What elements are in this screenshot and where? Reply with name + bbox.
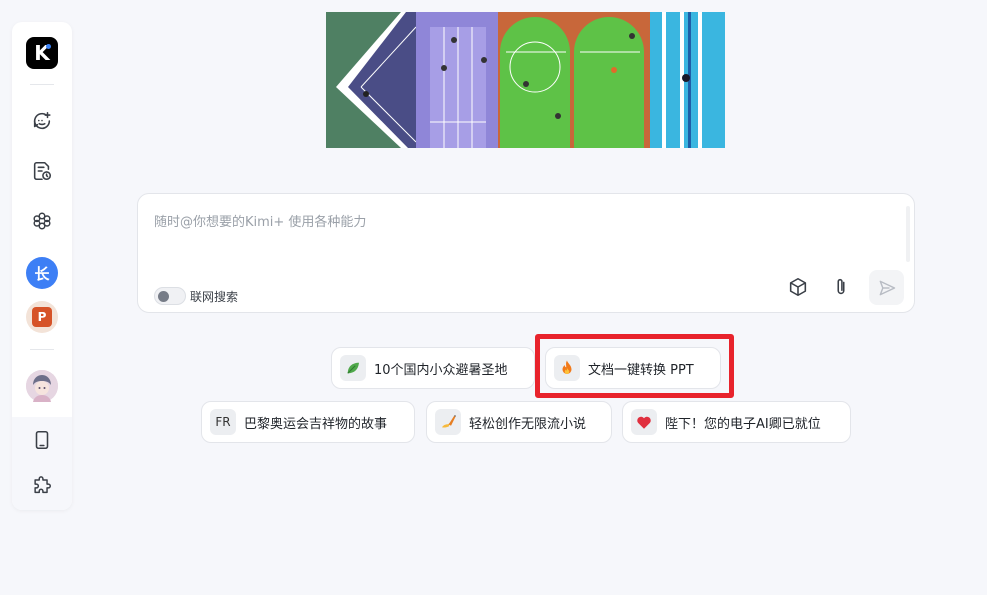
sidebar: K 长 P (12, 22, 72, 510)
chip-label: 轻松创作无限流小说 (469, 416, 587, 432)
web-search-toggle[interactable] (154, 287, 186, 305)
suggestion-chip-infinite-novel[interactable]: 轻松创作无限流小说 (426, 401, 612, 443)
writing-hand-icon (435, 409, 461, 435)
suggestion-chip-ai-minister[interactable]: 陛下！您的电子AI卿已就位 (622, 401, 851, 443)
sidebar-divider (30, 349, 54, 350)
toggle-knob (158, 291, 169, 302)
long-text-avatar-label: 长 (34, 264, 50, 283)
chat-input-box[interactable]: 随时@你想要的Kimi+ 使用各种能力 联网搜索 (137, 193, 915, 313)
banner-illustration (326, 12, 725, 148)
new-chat-icon[interactable] (25, 104, 59, 138)
logo-dot (46, 44, 51, 49)
chat-input-placeholder[interactable]: 随时@你想要的Kimi+ 使用各种能力 (154, 211, 366, 230)
cube-icon[interactable] (783, 272, 813, 302)
send-button[interactable] (869, 270, 904, 305)
chip-label: 10个国内小众避暑圣地 (374, 362, 508, 378)
suggestion-chip-doc-to-ppt[interactable]: 文档一键转换 PPT (545, 347, 721, 389)
send-icon (879, 280, 895, 295)
input-scrollbar[interactable] (906, 206, 910, 262)
user-avatar[interactable] (26, 370, 58, 402)
chip-label: 巴黎奥运会吉祥物的故事 (244, 416, 388, 432)
kimi-logo[interactable]: K (26, 37, 58, 69)
puzzle-icon[interactable] (25, 469, 59, 503)
kimi-plus-icon[interactable] (25, 204, 59, 238)
fire-icon (554, 355, 580, 381)
suggestion-chip-summer-destinations[interactable]: 10个国内小众避暑圣地 (331, 347, 535, 389)
long-text-avatar[interactable]: 长 (26, 257, 58, 289)
ppt-avatar-label: P (32, 307, 52, 327)
leaf-icon (340, 355, 366, 381)
attachment-icon[interactable] (826, 272, 856, 302)
history-icon[interactable] (25, 154, 59, 188)
fr-text-icon: FR (210, 409, 236, 435)
sidebar-divider (30, 84, 54, 85)
chip-label: 陛下！您的电子AI卿已就位 (665, 416, 821, 432)
chip-label: 文档一键转换 PPT (588, 362, 694, 378)
web-search-label: 联网搜索 (190, 290, 239, 304)
ppt-avatar[interactable]: P (26, 301, 58, 333)
mobile-icon[interactable] (25, 423, 59, 457)
heart-icon (631, 409, 657, 435)
sidebar-bottom (12, 417, 72, 510)
suggestion-chip-olympics-mascot[interactable]: FR 巴黎奥运会吉祥物的故事 (201, 401, 415, 443)
